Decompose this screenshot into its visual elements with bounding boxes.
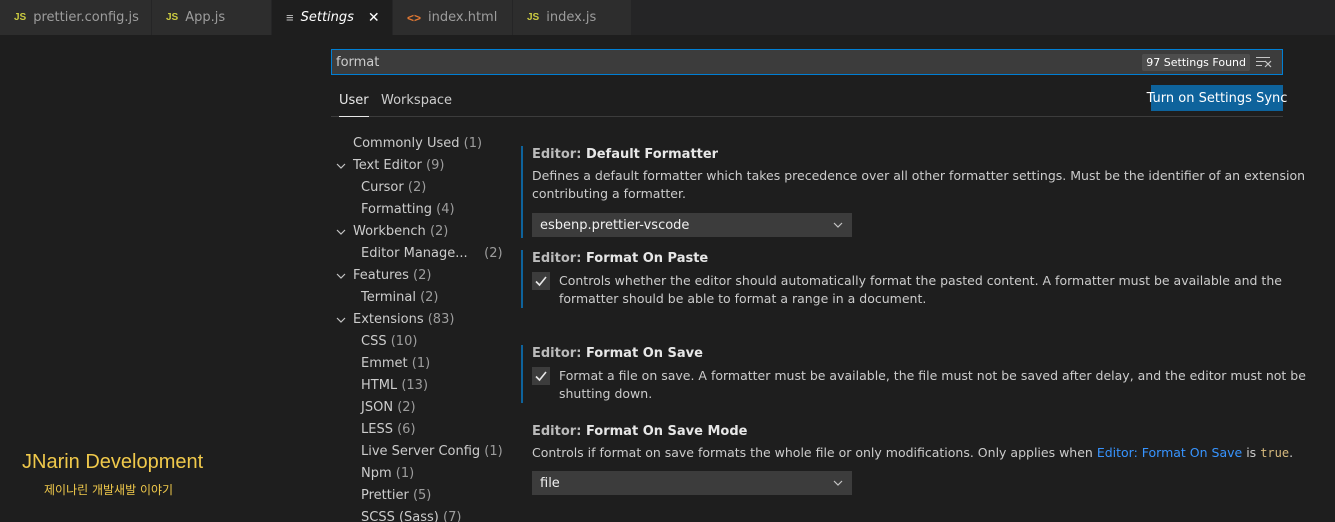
format-on-paste-checkbox[interactable] bbox=[532, 272, 550, 290]
toc-item-formatting[interactable]: Formatting (4) bbox=[333, 199, 503, 221]
toc-item-scss[interactable]: SCSS (Sass) (7) bbox=[333, 507, 503, 522]
toc-item-css[interactable]: CSS (10) bbox=[333, 331, 503, 353]
tab-settings[interactable]: ≡ Settings ✕ bbox=[272, 0, 393, 35]
tab-label: prettier.config.js bbox=[33, 10, 139, 25]
js-file-icon: JS bbox=[14, 12, 27, 23]
toc-item-text-editor[interactable]: Text Editor (9) bbox=[333, 155, 503, 177]
check-icon bbox=[535, 371, 547, 382]
settings-found-count: 97 Settings Found bbox=[1142, 53, 1250, 71]
check-icon bbox=[535, 276, 547, 287]
format-on-save-checkbox[interactable] bbox=[532, 367, 550, 385]
toc-item-emmet[interactable]: Emmet (1) bbox=[333, 353, 503, 375]
turn-on-settings-sync-button[interactable]: Turn on Settings Sync bbox=[1147, 85, 1287, 111]
default-formatter-select[interactable]: esbenp.prettier-vscode bbox=[532, 213, 852, 237]
close-icon[interactable]: ✕ bbox=[368, 10, 380, 26]
setting-description: Controls whether the editor should autom… bbox=[559, 273, 1282, 306]
toc-item-extensions[interactable]: Extensions (83) bbox=[333, 309, 503, 331]
toc-item-npm[interactable]: Npm (1) bbox=[333, 463, 503, 485]
format-on-save-link[interactable]: Editor: Format On Save bbox=[1097, 445, 1242, 460]
tab-label: App.js bbox=[185, 10, 226, 25]
toc-item-terminal[interactable]: Terminal (2) bbox=[333, 287, 503, 309]
toc-item-prettier[interactable]: Prettier (5) bbox=[333, 485, 503, 507]
chevron-down-icon bbox=[833, 480, 843, 486]
toc-item-editor-management[interactable]: Editor Manage... (2) bbox=[333, 243, 503, 265]
tab-label: index.html bbox=[428, 10, 498, 25]
settings-scope-tabs: User Workspace bbox=[331, 88, 1283, 117]
clear-filter-icon[interactable] bbox=[1256, 56, 1272, 68]
setting-format-on-save-mode: Editor: Format On Save Mode Controls if … bbox=[521, 423, 1293, 495]
toc-item-cursor[interactable]: Cursor (2) bbox=[333, 177, 503, 199]
setting-title: Editor: Format On Paste bbox=[532, 251, 709, 266]
editor-tab-bar: JS prettier.config.js JS App.js ≡ Settin… bbox=[0, 0, 1335, 35]
format-on-save-mode-select[interactable]: file bbox=[532, 471, 852, 495]
setting-title: Editor: Format On Save Mode bbox=[532, 424, 748, 439]
chevron-down-icon[interactable] bbox=[335, 270, 347, 282]
setting-description: Format a file on save. A formatter must … bbox=[559, 368, 1306, 401]
chevron-down-icon[interactable] bbox=[335, 160, 347, 172]
toc-item-html[interactable]: HTML (13) bbox=[333, 375, 503, 397]
tab-label: Settings bbox=[300, 10, 354, 25]
setting-description: Defines a default formatter which takes … bbox=[532, 168, 1306, 201]
settings-file-icon: ≡ bbox=[286, 10, 294, 25]
toc-item-json[interactable]: JSON (2) bbox=[333, 397, 503, 419]
js-file-icon: JS bbox=[166, 12, 179, 23]
toc-item-less[interactable]: LESS (6) bbox=[333, 419, 503, 441]
chevron-down-icon[interactable] bbox=[335, 314, 347, 326]
setting-format-on-paste: Editor: Format On Paste Controls whether… bbox=[521, 250, 1282, 308]
setting-description: Controls if format on save formats the w… bbox=[532, 445, 1294, 460]
toc-item-workbench[interactable]: Workbench (2) bbox=[333, 221, 503, 243]
settings-toc: Commonly Used (1) Text Editor (9) Cursor… bbox=[333, 133, 503, 522]
tab-index-html[interactable]: <> index.html bbox=[393, 0, 513, 35]
tab-workspace[interactable]: Workspace bbox=[381, 88, 452, 117]
tab-label: index.js bbox=[546, 10, 597, 25]
settings-search-input[interactable] bbox=[332, 50, 1143, 74]
toc-item-commonly-used[interactable]: Commonly Used (1) bbox=[333, 133, 503, 155]
chevron-down-icon[interactable] bbox=[335, 226, 347, 238]
toc-item-live-server-config[interactable]: Live Server Config (1) bbox=[333, 441, 503, 463]
setting-default-formatter: Editor: Default Formatter Defines a defa… bbox=[521, 146, 1305, 238]
setting-title: Editor: Format On Save bbox=[532, 346, 703, 361]
tab-user[interactable]: User bbox=[339, 88, 369, 117]
tab-index-js[interactable]: JS index.js bbox=[513, 0, 632, 35]
settings-search-box: 97 Settings Found bbox=[331, 49, 1283, 75]
watermark-subtitle: 제이나린 개발새발 이야기 bbox=[44, 483, 174, 497]
watermark-title: JNarin Development bbox=[22, 451, 204, 473]
js-file-icon: JS bbox=[527, 12, 540, 23]
setting-title: Editor: Default Formatter bbox=[532, 147, 719, 162]
chevron-down-icon bbox=[833, 222, 843, 228]
toc-item-features[interactable]: Features (2) bbox=[333, 265, 503, 287]
tab-prettier-config[interactable]: JS prettier.config.js bbox=[0, 0, 152, 35]
html-file-icon: <> bbox=[407, 10, 422, 25]
tab-app-js[interactable]: JS App.js bbox=[152, 0, 272, 35]
setting-format-on-save: Editor: Format On Save Format a file on … bbox=[521, 345, 1306, 403]
